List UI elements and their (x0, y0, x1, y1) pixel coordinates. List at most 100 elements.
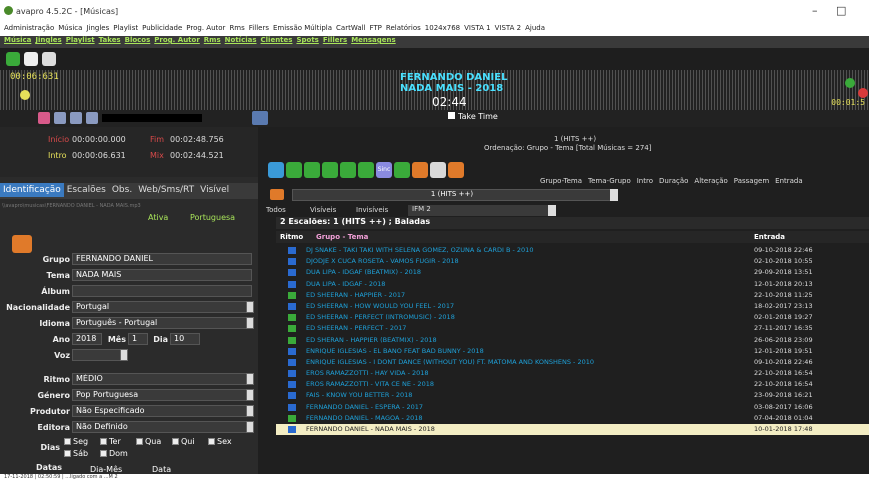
edit-icon[interactable] (24, 52, 38, 66)
menu-item[interactable]: Fillers (249, 24, 269, 32)
nac-field[interactable]: Portugal (72, 301, 250, 313)
minimize-button[interactable]: – (812, 4, 818, 17)
table-row[interactable]: EROS RAMAZZOTTI - VITA CE NE - 2018 22-10… (276, 379, 869, 390)
menu-item[interactable]: CartWall (336, 24, 365, 32)
play-list-icon[interactable] (286, 162, 302, 178)
menu-item[interactable]: Administração (4, 24, 54, 32)
editora-dropdown-button[interactable] (246, 421, 254, 433)
refresh-icon[interactable] (268, 162, 284, 178)
menu2-item[interactable]: Mensagens (351, 36, 396, 44)
drawer-small-icon[interactable] (448, 162, 464, 178)
window-icon[interactable] (430, 162, 446, 178)
sort-option[interactable]: Entrada (775, 177, 803, 185)
menu-item[interactable]: Prog. Autor (186, 24, 225, 32)
tab-2[interactable]: Obs. (109, 183, 135, 197)
nac-dropdown-button[interactable] (246, 301, 254, 313)
mix-marker-icon[interactable] (845, 78, 855, 88)
idioma-dropdown-button[interactable] (246, 317, 254, 329)
diames-radio[interactable]: Dia-Mês (90, 465, 122, 474)
table-row[interactable]: DUA LIPA - IDGAF - 2018 12-01-2018 20:13 (276, 279, 869, 290)
menu2-item[interactable]: Prog. Autor (154, 36, 200, 44)
table-row[interactable]: ED SHEERAN - HOW WOULD YOU FEEL - 2017 18… (276, 301, 869, 312)
sort-option[interactable]: Alteração (694, 177, 727, 185)
ano-field[interactable]: 2018 (72, 333, 102, 345)
sort-option[interactable]: Intro (637, 177, 653, 185)
table-row[interactable]: ED SHEERAN - PERFECT (INTROMUSIC) - 2018… (276, 312, 869, 323)
move-to-icon[interactable] (412, 162, 428, 178)
ritmo-field[interactable]: MÉDIO (72, 373, 250, 385)
menu-item[interactable]: Ajuda (525, 24, 545, 32)
voz-field[interactable] (72, 349, 122, 361)
dia-field[interactable]: 10 (170, 333, 200, 345)
table-row[interactable]: ENRIQUE IGLESIAS - I DONT DANCE (WITHOUT… (276, 357, 869, 368)
table-row[interactable]: DUA LIPA - IDGAF (BEATMIX) - 2018 29-09-2… (276, 267, 869, 278)
col-grupo-tema[interactable]: Grupo - Tema (316, 233, 368, 241)
idioma-field[interactable]: Português - Portugal (72, 317, 250, 329)
album-field[interactable] (72, 285, 252, 297)
grupo-field[interactable]: FERNANDO DANIEL (72, 253, 252, 265)
menu-item[interactable]: FTP (370, 24, 382, 32)
day-checkbox-Ter[interactable]: Ter (100, 437, 121, 446)
drawer-icon[interactable] (12, 235, 32, 253)
menu2-item[interactable]: Rms (204, 36, 221, 44)
table-row[interactable]: ENRIQUE IGLESIAS - EL BANO FEAT BAD BUNN… (276, 346, 869, 357)
table-row[interactable]: FAIS - KNOW YOU BETTER - 2018 23-09-2018 … (276, 390, 869, 401)
voz-dropdown-button[interactable] (120, 349, 128, 361)
menu2-item[interactable]: Playlist (66, 36, 95, 44)
ritmo-dropdown-button[interactable] (246, 373, 254, 385)
menu-item[interactable]: Jingles (86, 24, 109, 32)
menu2-item[interactable]: Spots (296, 36, 318, 44)
genero-field[interactable]: Pop Portuguesa (72, 389, 250, 401)
table-row[interactable]: ED SHERAN - HAPPIER (BEATMIX) - 2018 26-0… (276, 335, 869, 346)
tab-0[interactable]: Identificação (0, 183, 64, 197)
menu-item[interactable]: 1024x768 (425, 24, 460, 32)
menu2-item[interactable]: Fillers (323, 36, 347, 44)
end-marker-icon[interactable] (858, 88, 868, 98)
menu-item[interactable]: Emissão Múltipla (273, 24, 332, 32)
tema-field[interactable]: NADA MAIS (72, 269, 252, 281)
take-time-toggle[interactable]: Take Time (448, 112, 498, 121)
menu-item[interactable]: Playlist (113, 24, 138, 32)
table-row[interactable]: ED SHEERAN - PERFECT - 2017 27-11-2017 16… (276, 323, 869, 334)
day-checkbox-Sex[interactable]: Sex (208, 437, 232, 446)
folder-icon[interactable] (270, 189, 284, 200)
waveform-panel[interactable]: 00:06:631 FERNANDO DANIEL NADA MAIS - 20… (0, 70, 869, 110)
up-icon[interactable] (304, 162, 320, 178)
move-icon[interactable] (340, 162, 356, 178)
produtor-field[interactable]: Não Especificado (72, 405, 250, 417)
nav-icon[interactable] (252, 111, 268, 125)
list-icon[interactable] (394, 162, 410, 178)
sort-option[interactable]: Grupo-Tema (540, 177, 582, 185)
maximize-button[interactable]: □ (836, 4, 846, 17)
day-checkbox-Dom[interactable]: Dom (100, 449, 128, 458)
menu2-item[interactable]: Takes (99, 36, 121, 44)
filter-visiveis[interactable]: Visíveis (310, 206, 336, 214)
sort-option[interactable]: Tema-Grupo (588, 177, 631, 185)
col-ritmo[interactable]: Ritmo (280, 233, 303, 241)
table-row[interactable]: DJODJE X CUCA ROSETA - VAMOS FUGIR - 201… (276, 256, 869, 267)
category-select[interactable]: 1 (HITS ++) (292, 189, 612, 201)
table-row[interactable]: DJ SNAKE - TAKI TAKI WITH SELENA GOMEZ, … (276, 245, 869, 256)
genero-dropdown-button[interactable] (246, 389, 254, 401)
filter-todos[interactable]: Todos (266, 206, 286, 214)
menu2-item[interactable]: Blocos (125, 36, 151, 44)
table-row[interactable]: FERNANDO DANIEL - ESPERA - 2017 03-08-201… (276, 402, 869, 413)
produtor-dropdown-button[interactable] (246, 405, 254, 417)
day-checkbox-Seg[interactable]: Seg (64, 437, 88, 446)
add-icon[interactable] (6, 52, 20, 66)
tab-3[interactable]: Web/Sms/RT (135, 183, 197, 197)
menu-item[interactable]: VISTA 2 (495, 24, 522, 32)
ifm-select[interactable]: IFM 2 (408, 205, 548, 216)
menu2-item[interactable]: Notícias (225, 36, 257, 44)
menu2-item[interactable]: Música (4, 36, 31, 44)
menu2-item[interactable]: Jingles (35, 36, 61, 44)
tab-1[interactable]: Escalões (64, 183, 109, 197)
col-entrada[interactable]: Entrada (754, 233, 785, 241)
filter-invisiveis[interactable]: Invisíveis (356, 206, 388, 214)
menu-item[interactable]: Publicidade (142, 24, 182, 32)
menu-item[interactable]: Rms (229, 24, 244, 32)
day-checkbox-Qua[interactable]: Qua (136, 437, 161, 446)
next-icon[interactable] (86, 112, 98, 124)
menu2-item[interactable]: Clientes (261, 36, 293, 44)
intro-marker-icon[interactable] (20, 90, 30, 100)
